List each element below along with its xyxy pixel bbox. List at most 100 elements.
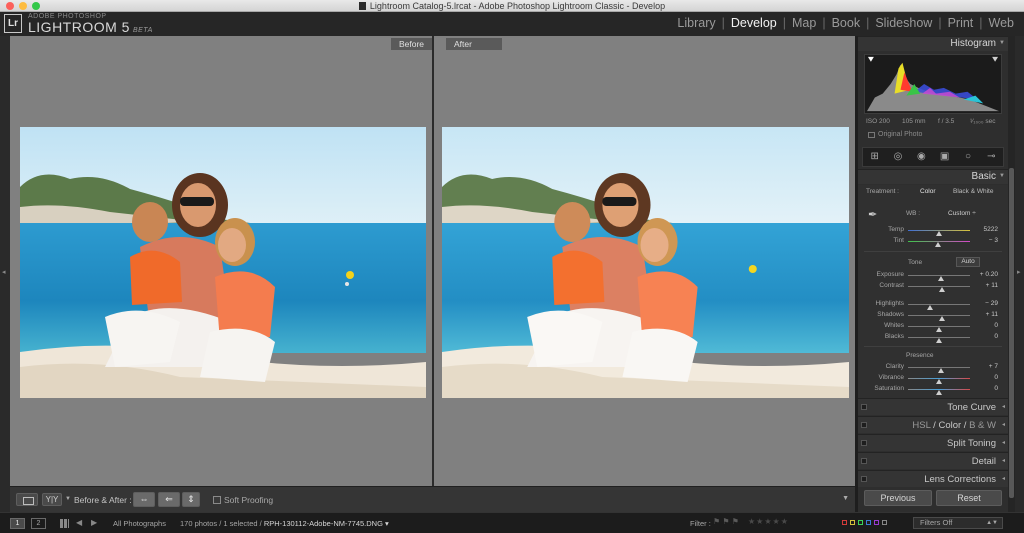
histogram-graph[interactable] [864, 54, 1002, 114]
panel-toggle-switch[interactable] [861, 404, 867, 410]
panel-toggle-switch[interactable] [861, 422, 867, 428]
yellow-label-swatch[interactable] [850, 520, 855, 525]
slider-thumb[interactable] [936, 327, 942, 332]
expand-triangle-icon[interactable]: ◂ [1002, 421, 1005, 428]
filename-dropdown[interactable]: RPH-130112-Adobe-NM-7745.DNG ▾ [264, 519, 389, 528]
slider-value[interactable]: 0 [994, 374, 998, 381]
vibrance-slider-track[interactable] [908, 378, 970, 384]
slider-value[interactable]: + 0.20 [980, 271, 998, 278]
view-mode-dropdown-icon[interactable]: ▼ [65, 496, 71, 502]
exposure-slider-track[interactable] [908, 275, 970, 281]
right-panel-edge[interactable]: ▸ [1015, 36, 1024, 512]
slider-value[interactable]: 0 [994, 322, 998, 329]
white-balance-eyedropper-icon[interactable]: ✒ [868, 208, 882, 224]
saturation-slider-track[interactable] [908, 389, 970, 395]
back-arrow-icon[interactable]: ◀ [76, 518, 82, 527]
white-balance-select[interactable]: Custom ÷ [948, 210, 976, 217]
split-toning-panel-header[interactable]: Split Toning ◂ [858, 434, 1008, 451]
expand-triangle-icon[interactable]: ◂ [1002, 439, 1005, 446]
slider-value[interactable]: 5222 [984, 226, 998, 233]
bw-tab[interactable]: B & W [969, 420, 996, 431]
star-rating-filter[interactable]: ★★★★★ [748, 517, 789, 526]
original-photo-checkbox[interactable] [868, 132, 875, 138]
temp-slider-track[interactable] [908, 230, 970, 236]
whites-slider-track[interactable] [908, 326, 970, 332]
module-map[interactable]: Map [786, 16, 822, 30]
slider-thumb[interactable] [939, 316, 946, 321]
clarity-slider-track[interactable] [908, 367, 970, 373]
slider-value[interactable]: 0 [994, 385, 998, 392]
soft-proofing-checkbox[interactable] [213, 496, 221, 504]
red-label-swatch[interactable] [842, 520, 847, 525]
swap-before-after-button[interactable]: ⇕ [182, 492, 200, 507]
lens-corrections-panel-header[interactable]: Lens Corrections ◂ [858, 470, 1008, 487]
slider-value[interactable]: 0 [994, 333, 998, 340]
toolbar-menu-icon[interactable]: ▼ [842, 495, 849, 502]
module-book[interactable]: Book [826, 16, 867, 30]
expand-triangle-icon[interactable]: ◂ [1002, 457, 1005, 464]
module-print[interactable]: Print [942, 16, 980, 30]
highlights-slider-track[interactable] [908, 304, 970, 310]
shadows-slider-track[interactable] [908, 315, 970, 321]
copy-after-to-before-button[interactable]: ⇐ [158, 492, 180, 507]
before-after-view-button[interactable]: Y|Y [42, 493, 62, 506]
histogram-header[interactable]: Histogram ▼ [858, 36, 1008, 51]
panel-toggle-switch[interactable] [861, 440, 867, 446]
tint-slider-track[interactable] [908, 241, 970, 247]
red-eye-tool-icon[interactable]: ◉ [914, 151, 928, 163]
slider-value[interactable]: + 7 [989, 363, 998, 370]
module-develop[interactable]: Develop [725, 16, 783, 30]
slider-thumb[interactable] [937, 368, 944, 373]
expand-triangle-icon[interactable]: ◂ [1002, 475, 1005, 482]
color-tab[interactable]: Color [938, 420, 961, 431]
collapse-triangle-icon[interactable]: ▼ [999, 40, 1005, 46]
slider-thumb[interactable] [936, 338, 942, 343]
slider-thumb[interactable] [936, 231, 942, 236]
forward-arrow-icon[interactable]: ▶ [91, 518, 97, 527]
purple-label-swatch[interactable] [874, 520, 879, 525]
source-label[interactable]: All Photographs [113, 519, 166, 528]
radial-filter-tool-icon[interactable]: ○ [961, 151, 975, 163]
collapse-triangle-icon[interactable]: ▼ [999, 173, 1005, 179]
slider-thumb[interactable] [937, 276, 944, 281]
slider-thumb[interactable] [939, 287, 946, 292]
slider-thumb[interactable] [934, 242, 941, 247]
slider-value[interactable]: + 11 [986, 311, 998, 318]
treatment-color-option[interactable]: Color [920, 188, 936, 195]
green-label-swatch[interactable] [858, 520, 863, 525]
scrollbar-thumb[interactable] [1009, 168, 1014, 498]
slider-thumb[interactable] [936, 379, 942, 384]
slider-value[interactable]: − 29 [985, 300, 998, 307]
blue-label-swatch[interactable] [866, 520, 871, 525]
slider-value[interactable]: + 11 [986, 282, 998, 289]
reset-button[interactable]: Reset [936, 490, 1002, 506]
expand-left-arrow-icon[interactable]: ◂ [2, 268, 6, 276]
module-web[interactable]: Web [983, 16, 1020, 30]
secondary-display-button[interactable]: 2 [31, 518, 46, 529]
hsl-panel-header[interactable]: HSL / Color / B & W ◂ [858, 416, 1008, 433]
copy-before-to-after-button[interactable]: ⇔ [133, 492, 155, 507]
crop-tool-icon[interactable]: ⊞ [868, 151, 882, 163]
previous-button[interactable]: Previous [864, 490, 932, 506]
module-library[interactable]: Library [671, 16, 721, 30]
auto-tone-button[interactable]: Auto [956, 257, 980, 267]
grid-view-icon[interactable] [60, 519, 69, 528]
hsl-tab[interactable]: HSL [912, 420, 930, 431]
flag-filter-icon[interactable]: ⚑ ⚑ ⚑ [713, 517, 739, 526]
expand-triangle-icon[interactable]: ◂ [1002, 403, 1005, 410]
spot-removal-tool-icon[interactable]: ◎ [891, 151, 905, 163]
loupe-view-button[interactable] [16, 493, 38, 506]
color-label-filter[interactable] [842, 520, 887, 525]
left-panel-edge[interactable]: ◂ [0, 36, 10, 512]
collapse-right-arrow-icon[interactable]: ▸ [1017, 268, 1021, 276]
slider-thumb[interactable] [936, 390, 942, 395]
detail-panel-header[interactable]: Detail ◂ [858, 452, 1008, 469]
graduated-filter-tool-icon[interactable]: ▣ [938, 151, 952, 163]
panel-toggle-switch[interactable] [861, 458, 867, 464]
panel-toggle-switch[interactable] [861, 476, 867, 482]
right-panel-scrollbar[interactable] [1008, 36, 1015, 512]
gray-label-swatch[interactable] [882, 520, 887, 525]
basic-header[interactable]: Basic ▼ [858, 169, 1008, 184]
contrast-slider-track[interactable] [908, 286, 970, 292]
slider-value[interactable]: − 3 [989, 237, 998, 244]
